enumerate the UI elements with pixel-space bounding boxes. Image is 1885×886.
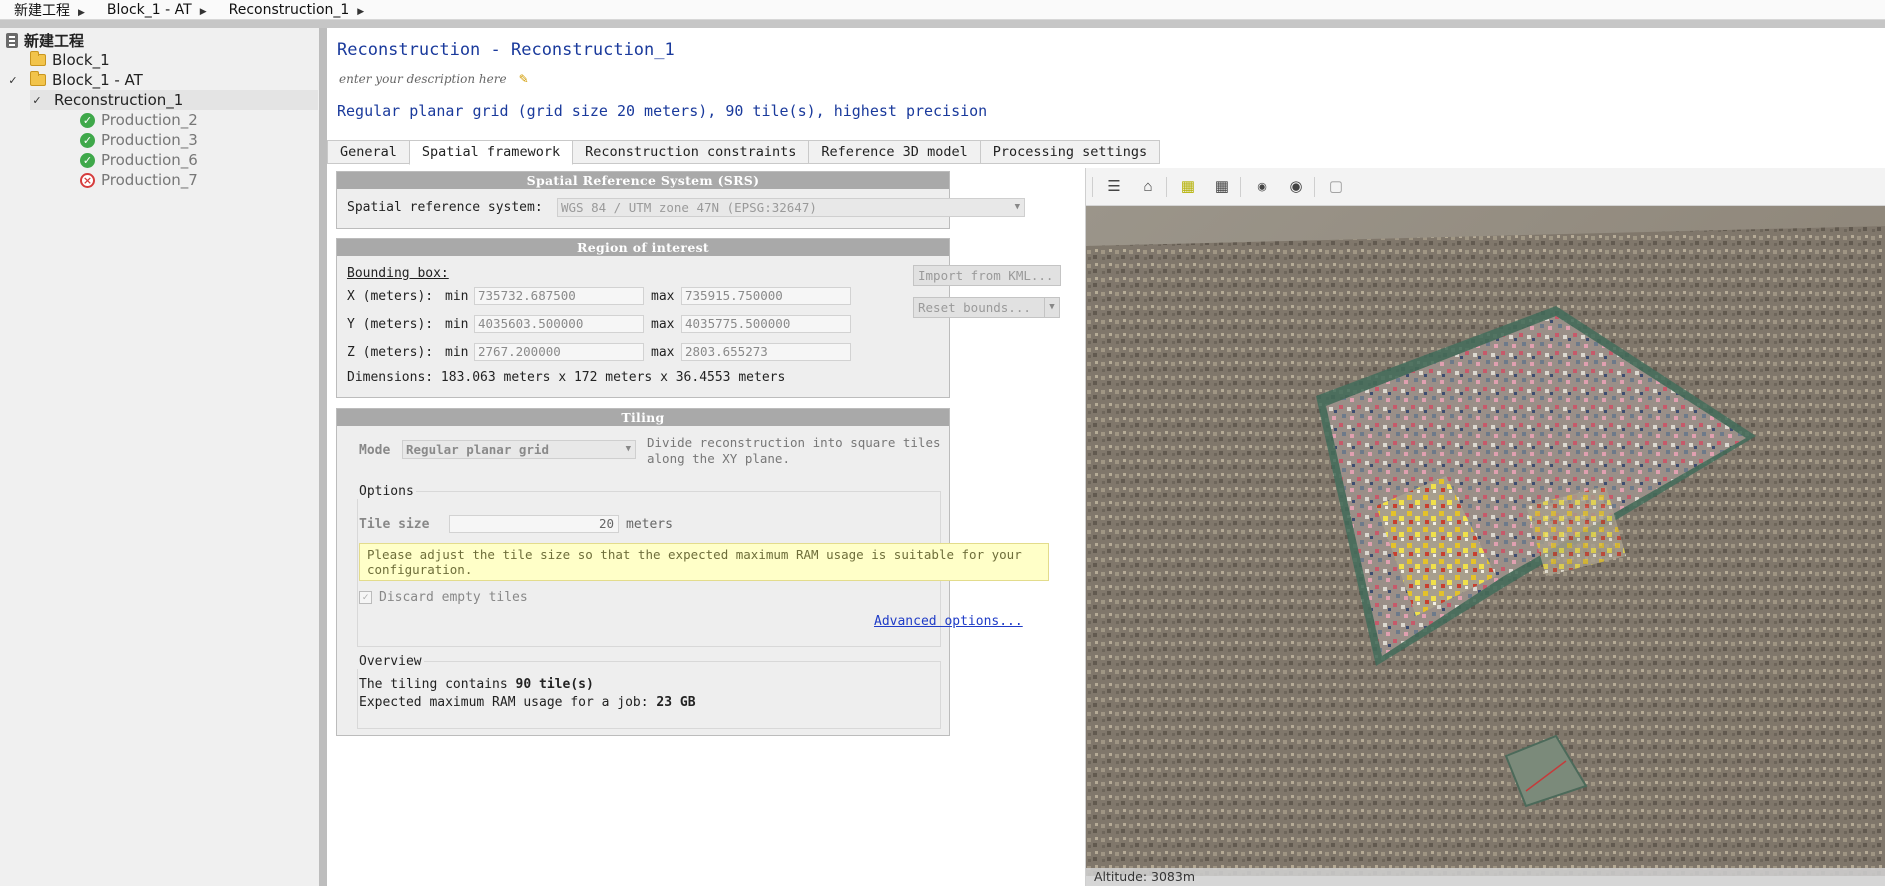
project-tree: 新建工程 Block_1 ✓ Block_1 - AT ✓ Reconstruc… [0, 28, 319, 886]
pencil-icon[interactable]: ✎ [519, 72, 529, 86]
mode-description: Divide reconstruction into square tiles … [647, 435, 941, 466]
folder-icon [30, 71, 46, 86]
reconstruction-summary: Regular planar grid (grid size 20 meters… [337, 102, 988, 120]
viewer-status: Altitude: 3083m [1086, 868, 1885, 886]
y-max-input[interactable]: 4035775.500000 [681, 315, 851, 333]
advanced-options-link[interactable]: Advanced options... [874, 614, 1023, 629]
3d-viewer: ☰ ⌂ ▦ ▦ ◉ ◉ ▢ Altitude: 3083m [1085, 168, 1885, 886]
x-max-input[interactable]: 735915.750000 [681, 287, 851, 305]
z-max-label: max [651, 345, 675, 360]
y-min-input[interactable]: 4035603.500000 [474, 315, 644, 333]
tab-general[interactable]: General [327, 140, 410, 164]
overview-ram: Expected maximum RAM usage for a job: 23… [359, 695, 696, 710]
folder-icon [30, 51, 46, 66]
mode-select[interactable]: Regular planar grid ▼ [402, 440, 636, 459]
z-max-input[interactable]: 2803.655273 [681, 343, 851, 361]
tiling-group: Tiling Mode Regular planar grid ▼ Divide… [336, 408, 1049, 736]
tree-item-production[interactable]: ✓ Production_3 [80, 130, 198, 150]
z-min-label: min [445, 345, 469, 360]
camera-small-icon[interactable]: ◉ [1252, 178, 1272, 196]
mode-label: Mode [359, 443, 391, 458]
chevron-down-icon[interactable]: ▼ [1044, 297, 1060, 318]
options-label: Options [357, 484, 416, 499]
point-cloud-view[interactable] [1086, 206, 1885, 876]
chevron-right-icon: ▶ [199, 6, 207, 17]
toolbar-separator [1092, 177, 1093, 197]
chevron-right-icon: ▶ [78, 7, 85, 18]
srs-label: Spatial reference system: [347, 200, 543, 215]
chevron-down-icon[interactable]: ✓ [6, 74, 20, 87]
tab-bar: General Spatial framework Reconstruction… [327, 140, 1161, 165]
y-label: Y (meters): [347, 317, 434, 332]
project-icon [6, 32, 18, 48]
tab-reconstruction-constraints[interactable]: Reconstruction constraints [572, 140, 810, 164]
description-field[interactable]: enter your description here ✎ [339, 72, 529, 86]
tiling-heading: Tiling [337, 409, 949, 426]
tab-spatial-framework[interactable]: Spatial framework [408, 140, 574, 165]
tree-item-production[interactable]: × Production_7 [80, 170, 198, 190]
error-circle-icon: × [80, 172, 95, 188]
chevron-down-icon: ▼ [1014, 202, 1020, 212]
y-max-label: max [651, 317, 675, 332]
chevron-down-icon[interactable]: ✓ [30, 94, 44, 107]
srs-heading: Spatial Reference System (SRS) [337, 172, 949, 189]
check-circle-icon: ✓ [80, 152, 95, 168]
z-label: Z (meters): [347, 345, 434, 360]
grid-icon[interactable]: ▦ [1212, 178, 1232, 196]
tile-size-label: Tile size [359, 517, 430, 532]
tile-size-unit: meters [626, 517, 673, 532]
tree-item-production[interactable]: ✓ Production_6 [80, 150, 198, 170]
overview-label: Overview [357, 654, 424, 669]
layers-icon[interactable]: ☰ [1104, 178, 1124, 196]
tree-item-reconstruction[interactable]: ✓ Reconstruction_1 [30, 90, 318, 110]
bounding-box-label: Bounding box: [347, 266, 449, 281]
toolbar-separator [1240, 177, 1241, 197]
reset-bounds-button[interactable]: Reset bounds... [913, 297, 1045, 318]
page-title: Reconstruction - Reconstruction_1 [337, 40, 675, 60]
toolbar-separator [1314, 177, 1315, 197]
chevron-right-icon: ▶ [357, 6, 365, 17]
tile-size-input[interactable]: 20 [449, 515, 619, 533]
panel-splitter[interactable] [319, 28, 327, 886]
tab-processing-settings[interactable]: Processing settings [979, 140, 1161, 164]
altitude-readout: Altitude: 3083m [1094, 869, 1196, 884]
x-min-label: min [445, 289, 469, 304]
check-circle-icon: ✓ [80, 132, 95, 148]
point-cloud-render [1086, 206, 1885, 876]
tree-item-block1-at[interactable]: ✓ Block_1 - AT [6, 70, 143, 90]
box-outline-icon[interactable]: ▢ [1326, 178, 1346, 196]
home-icon[interactable]: ⌂ [1138, 178, 1158, 196]
y-min-label: min [445, 317, 469, 332]
tree-item-production[interactable]: ✓ Production_2 [80, 110, 198, 130]
toolbar-separator [0, 20, 1885, 28]
toolbar-separator [1166, 177, 1167, 197]
breadcrumb-item-reconstruction[interactable]: Reconstruction_1 ▶ [215, 2, 373, 18]
x-max-label: max [651, 289, 675, 304]
chevron-down-icon: ▼ [625, 444, 631, 454]
srs-select[interactable]: WGS 84 / UTM zone 47N (EPSG:32647) ▼ [557, 198, 1025, 217]
z-min-input[interactable]: 2767.200000 [474, 343, 644, 361]
roi-group: Region of interest Bounding box: X (mete… [336, 238, 1061, 398]
srs-group: Spatial Reference System (SRS) Spatial r… [336, 171, 1025, 229]
discard-empty-checkbox[interactable]: ✓ [359, 591, 372, 604]
tab-reference-3d-model[interactable]: Reference 3D model [808, 140, 981, 164]
discard-empty-label: Discard empty tiles [379, 590, 528, 605]
breadcrumb-item-block[interactable]: Block_1 - AT ▶ [93, 2, 215, 18]
check-circle-icon: ✓ [80, 112, 95, 128]
dimensions-text: Dimensions: 183.063 meters x 172 meters … [347, 370, 786, 385]
x-min-input[interactable]: 735732.687500 [474, 287, 644, 305]
import-kml-button[interactable]: Import from KML... [913, 265, 1061, 286]
x-label: X (meters): [347, 289, 434, 304]
viewer-toolbar: ☰ ⌂ ▦ ▦ ◉ ◉ ▢ [1086, 168, 1885, 206]
overview-tiles: The tiling contains 90 tile(s) [359, 677, 594, 692]
breadcrumb: 新建工程 ▶ Block_1 - AT ▶ Reconstruction_1 ▶ [0, 0, 1885, 20]
roi-heading: Region of interest [337, 239, 949, 256]
tree-item-block1[interactable]: Block_1 [30, 50, 110, 70]
camera-icon[interactable]: ◉ [1286, 178, 1306, 196]
breadcrumb-item-project[interactable]: 新建工程 ▶ [0, 0, 93, 20]
cube-icon[interactable]: ▦ [1178, 178, 1198, 196]
tile-size-warning: Please adjust the tile size so that the … [359, 543, 1049, 581]
tree-item-project[interactable]: 新建工程 [6, 30, 84, 50]
